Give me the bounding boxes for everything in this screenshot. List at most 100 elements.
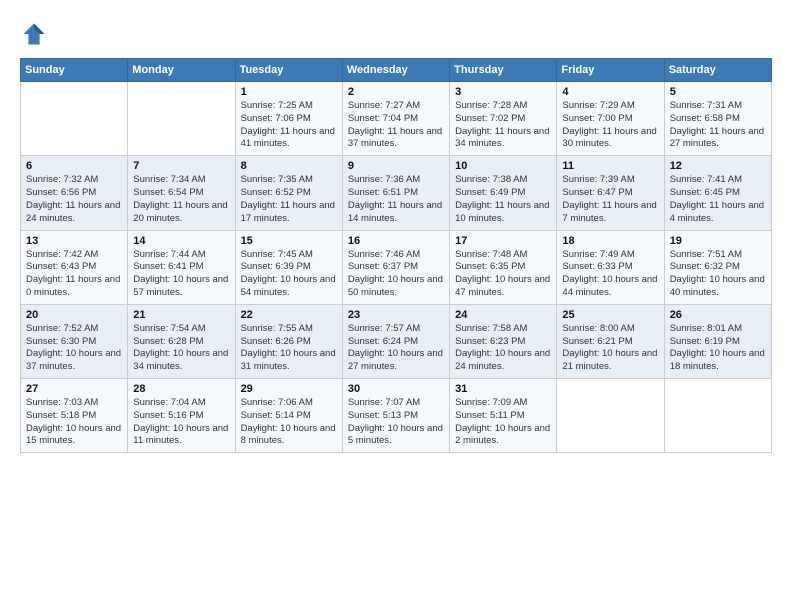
calendar-week-row: 6 Sunrise: 7:32 AM Sunset: 6:56 PM Daylig…: [21, 156, 772, 230]
day-info: Sunrise: 7:54 AM Sunset: 6:28 PM Dayligh…: [133, 323, 229, 374]
calendar-header-row: SundayMondayTuesdayWednesdayThursdayFrid…: [21, 59, 772, 82]
day-info: Sunrise: 7:45 AM Sunset: 6:39 PM Dayligh…: [241, 249, 337, 300]
day-info: Sunrise: 7:58 AM Sunset: 6:23 PM Dayligh…: [455, 323, 551, 374]
column-header-wednesday: Wednesday: [342, 59, 449, 82]
day-number: 18: [562, 235, 658, 247]
day-number: 10: [455, 160, 551, 172]
day-number: 12: [670, 160, 766, 172]
column-header-sunday: Sunday: [21, 59, 128, 82]
day-number: 21: [133, 309, 229, 321]
day-info: Sunrise: 7:32 AM Sunset: 6:56 PM Dayligh…: [26, 174, 122, 225]
calendar-cell: 8 Sunrise: 7:35 AM Sunset: 6:52 PM Daylig…: [235, 156, 342, 230]
calendar-week-row: 27 Sunrise: 7:03 AM Sunset: 5:18 PM Dayli…: [21, 379, 772, 453]
calendar-cell: 10 Sunrise: 7:38 AM Sunset: 6:49 PM Dayli…: [450, 156, 557, 230]
calendar-cell: 16 Sunrise: 7:46 AM Sunset: 6:37 PM Dayli…: [342, 230, 449, 304]
calendar-cell: 19 Sunrise: 7:51 AM Sunset: 6:32 PM Dayli…: [664, 230, 771, 304]
day-number: 6: [26, 160, 122, 172]
calendar-cell: 12 Sunrise: 7:41 AM Sunset: 6:45 PM Dayli…: [664, 156, 771, 230]
calendar-cell: 3 Sunrise: 7:28 AM Sunset: 7:02 PM Daylig…: [450, 82, 557, 156]
logo-icon: [20, 20, 48, 48]
day-info: Sunrise: 7:38 AM Sunset: 6:49 PM Dayligh…: [455, 174, 551, 225]
day-number: 3: [455, 86, 551, 98]
calendar-cell: 2 Sunrise: 7:27 AM Sunset: 7:04 PM Daylig…: [342, 82, 449, 156]
calendar-cell: 30 Sunrise: 7:07 AM Sunset: 5:13 PM Dayli…: [342, 379, 449, 453]
calendar-cell: 28 Sunrise: 7:04 AM Sunset: 5:16 PM Dayli…: [128, 379, 235, 453]
day-number: 23: [348, 309, 444, 321]
day-info: Sunrise: 7:36 AM Sunset: 6:51 PM Dayligh…: [348, 174, 444, 225]
day-info: Sunrise: 8:00 AM Sunset: 6:21 PM Dayligh…: [562, 323, 658, 374]
column-header-tuesday: Tuesday: [235, 59, 342, 82]
calendar-cell: 14 Sunrise: 7:44 AM Sunset: 6:41 PM Dayli…: [128, 230, 235, 304]
day-number: 17: [455, 235, 551, 247]
calendar-cell: [664, 379, 771, 453]
calendar-cell: 26 Sunrise: 8:01 AM Sunset: 6:19 PM Dayli…: [664, 304, 771, 378]
day-number: 14: [133, 235, 229, 247]
day-info: Sunrise: 7:09 AM Sunset: 5:11 PM Dayligh…: [455, 397, 551, 448]
day-number: 30: [348, 383, 444, 395]
day-number: 27: [26, 383, 122, 395]
day-number: 11: [562, 160, 658, 172]
day-number: 2: [348, 86, 444, 98]
day-info: Sunrise: 7:27 AM Sunset: 7:04 PM Dayligh…: [348, 100, 444, 151]
day-number: 9: [348, 160, 444, 172]
calendar-cell: 9 Sunrise: 7:36 AM Sunset: 6:51 PM Daylig…: [342, 156, 449, 230]
day-number: 26: [670, 309, 766, 321]
day-info: Sunrise: 7:04 AM Sunset: 5:16 PM Dayligh…: [133, 397, 229, 448]
calendar-cell: 15 Sunrise: 7:45 AM Sunset: 6:39 PM Dayli…: [235, 230, 342, 304]
day-info: Sunrise: 7:28 AM Sunset: 7:02 PM Dayligh…: [455, 100, 551, 151]
calendar-cell: 5 Sunrise: 7:31 AM Sunset: 6:58 PM Daylig…: [664, 82, 771, 156]
calendar-cell: 17 Sunrise: 7:48 AM Sunset: 6:35 PM Dayli…: [450, 230, 557, 304]
day-info: Sunrise: 7:44 AM Sunset: 6:41 PM Dayligh…: [133, 249, 229, 300]
day-number: 15: [241, 235, 337, 247]
calendar-cell: 1Sunrise: 7:25 AM Sunset: 7:06 PM Daylig…: [235, 82, 342, 156]
day-info: Sunrise: 7:39 AM Sunset: 6:47 PM Dayligh…: [562, 174, 658, 225]
calendar-cell: 21 Sunrise: 7:54 AM Sunset: 6:28 PM Dayli…: [128, 304, 235, 378]
calendar-cell: 7 Sunrise: 7:34 AM Sunset: 6:54 PM Daylig…: [128, 156, 235, 230]
calendar-week-row: 1Sunrise: 7:25 AM Sunset: 7:06 PM Daylig…: [21, 82, 772, 156]
calendar-week-row: 13Sunrise: 7:42 AM Sunset: 6:43 PM Dayli…: [21, 230, 772, 304]
calendar-cell: 27 Sunrise: 7:03 AM Sunset: 5:18 PM Dayli…: [21, 379, 128, 453]
page-header: [20, 20, 772, 48]
day-info: Sunrise: 7:41 AM Sunset: 6:45 PM Dayligh…: [670, 174, 766, 225]
calendar-table: SundayMondayTuesdayWednesdayThursdayFrid…: [20, 58, 772, 453]
calendar-cell: 11 Sunrise: 7:39 AM Sunset: 6:47 PM Dayli…: [557, 156, 664, 230]
day-info: Sunrise: 7:29 AM Sunset: 7:00 PM Dayligh…: [562, 100, 658, 151]
day-info: Sunrise: 7:55 AM Sunset: 6:26 PM Dayligh…: [241, 323, 337, 374]
day-number: 24: [455, 309, 551, 321]
calendar-cell: 20 Sunrise: 7:52 AM Sunset: 6:30 PM Dayli…: [21, 304, 128, 378]
day-number: 7: [133, 160, 229, 172]
day-info: Sunrise: 7:03 AM Sunset: 5:18 PM Dayligh…: [26, 397, 122, 448]
day-number: 19: [670, 235, 766, 247]
column-header-monday: Monday: [128, 59, 235, 82]
calendar-cell: [21, 82, 128, 156]
day-number: 13: [26, 235, 122, 247]
column-header-friday: Friday: [557, 59, 664, 82]
calendar-cell: 29Sunrise: 7:06 AM Sunset: 5:14 PM Dayli…: [235, 379, 342, 453]
day-number: 25: [562, 309, 658, 321]
day-info: Sunrise: 7:35 AM Sunset: 6:52 PM Dayligh…: [241, 174, 337, 225]
day-number: 16: [348, 235, 444, 247]
day-info: Sunrise: 7:31 AM Sunset: 6:58 PM Dayligh…: [670, 100, 766, 151]
calendar-cell: [557, 379, 664, 453]
day-number: 29: [241, 383, 337, 395]
day-info: Sunrise: 7:07 AM Sunset: 5:13 PM Dayligh…: [348, 397, 444, 448]
day-info: Sunrise: 7:25 AM Sunset: 7:06 PM Dayligh…: [241, 100, 337, 151]
calendar-cell: 18Sunrise: 7:49 AM Sunset: 6:33 PM Dayli…: [557, 230, 664, 304]
calendar-cell: 24 Sunrise: 7:58 AM Sunset: 6:23 PM Dayli…: [450, 304, 557, 378]
day-info: Sunrise: 7:46 AM Sunset: 6:37 PM Dayligh…: [348, 249, 444, 300]
day-number: 20: [26, 309, 122, 321]
day-number: 31: [455, 383, 551, 395]
day-info: Sunrise: 7:34 AM Sunset: 6:54 PM Dayligh…: [133, 174, 229, 225]
day-info: Sunrise: 7:57 AM Sunset: 6:24 PM Dayligh…: [348, 323, 444, 374]
day-number: 22: [241, 309, 337, 321]
day-info: Sunrise: 7:51 AM Sunset: 6:32 PM Dayligh…: [670, 249, 766, 300]
day-info: Sunrise: 7:48 AM Sunset: 6:35 PM Dayligh…: [455, 249, 551, 300]
day-info: Sunrise: 8:01 AM Sunset: 6:19 PM Dayligh…: [670, 323, 766, 374]
day-number: 28: [133, 383, 229, 395]
calendar-cell: 22 Sunrise: 7:55 AM Sunset: 6:26 PM Dayli…: [235, 304, 342, 378]
calendar-cell: 6 Sunrise: 7:32 AM Sunset: 6:56 PM Daylig…: [21, 156, 128, 230]
day-number: 4: [562, 86, 658, 98]
day-number: 8: [241, 160, 337, 172]
day-number: 5: [670, 86, 766, 98]
day-info: Sunrise: 7:52 AM Sunset: 6:30 PM Dayligh…: [26, 323, 122, 374]
